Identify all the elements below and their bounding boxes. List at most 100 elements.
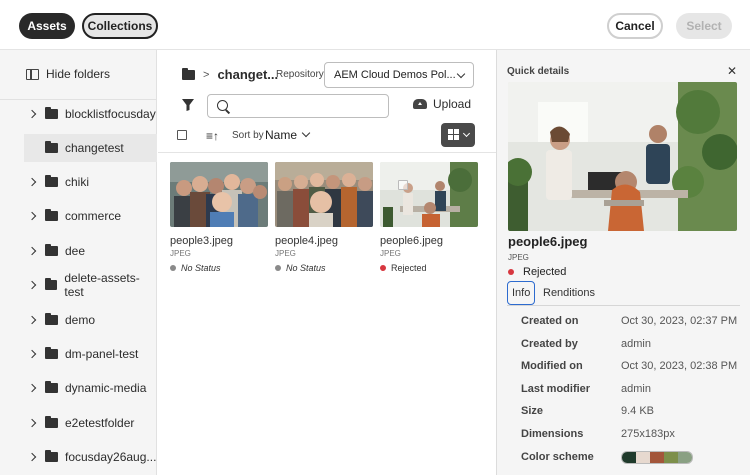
folder-icon xyxy=(45,416,58,428)
upload-button[interactable]: Upload xyxy=(413,97,471,111)
folder-icon xyxy=(45,209,58,221)
folder-icon xyxy=(45,107,58,119)
status-label: Rejected xyxy=(391,263,427,273)
folder-icon xyxy=(182,67,195,80)
tree-item-chiki[interactable]: chiki xyxy=(24,168,157,196)
upload-label: Upload xyxy=(433,97,472,111)
asset-card[interactable]: people6.jpeg JPEG Rejected xyxy=(380,162,478,273)
status-badge: Rejected xyxy=(508,266,566,278)
chevron-right-icon[interactable] xyxy=(24,213,40,219)
color-swatch xyxy=(636,452,650,463)
tree-item-focusday26aug[interactable]: focusday26aug... xyxy=(24,443,157,471)
folder-icon xyxy=(45,450,58,462)
quick-details-panel: Quick details ✕ people6.jpeg JPEG Reject… xyxy=(496,50,750,475)
detail-row-modified-on: Modified on Oct 30, 2023, 02:38 PM xyxy=(521,360,738,372)
asset-card[interactable]: people4.jpeg JPEG No Status xyxy=(275,162,373,273)
search-input[interactable] xyxy=(207,94,389,118)
tree-item-dee[interactable]: dee xyxy=(24,237,157,265)
asset-card[interactable]: people3.jpeg JPEG No Status xyxy=(170,162,268,273)
asset-thumbnail[interactable] xyxy=(275,162,373,227)
detail-row-color-scheme: Color scheme xyxy=(521,451,741,464)
folder-icon xyxy=(45,347,58,359)
cancel-button[interactable]: Cancel xyxy=(607,13,663,39)
tree-item-label: demo xyxy=(65,313,96,327)
status-badge: No Status xyxy=(170,263,268,273)
details-tabs: Info Renditions xyxy=(507,281,740,306)
tree-item-dynamic-media[interactable]: dynamic-media xyxy=(24,374,157,402)
color-swatches xyxy=(621,451,693,464)
grid-icon xyxy=(448,129,453,134)
chevron-right-icon[interactable] xyxy=(24,351,40,357)
status-label: Rejected xyxy=(523,266,567,278)
status-label: No Status xyxy=(181,263,221,273)
hide-folders-label: Hide folders xyxy=(46,67,111,81)
panel-icon xyxy=(26,68,39,80)
status-label: No Status xyxy=(286,263,326,273)
chevron-right-icon[interactable] xyxy=(24,111,40,117)
asset-thumbnail[interactable] xyxy=(380,162,478,227)
sort-by-label: Sort by xyxy=(232,130,264,141)
asset-type: JPEG xyxy=(380,249,401,258)
asset-name: people4.jpeg xyxy=(275,235,339,247)
chevron-down-icon xyxy=(462,129,471,138)
repository-label: Repository xyxy=(276,69,324,80)
chevron-right-icon[interactable] xyxy=(24,248,40,254)
tree-item-label: blocklistfocusday xyxy=(65,107,156,121)
chevron-right-icon[interactable] xyxy=(24,179,40,185)
chevron-down-icon[interactable] xyxy=(301,128,311,138)
color-swatch xyxy=(664,452,678,463)
chevron-right-icon: > xyxy=(203,68,210,81)
asset-checkbox[interactable] xyxy=(398,180,408,190)
collections-tab[interactable]: Collections xyxy=(82,13,158,39)
status-badge: Rejected xyxy=(380,263,478,273)
hide-folders-button[interactable]: Hide folders xyxy=(26,67,110,81)
tree-item-blocklistfocusday[interactable]: blocklistfocusday xyxy=(24,100,157,128)
asset-type: JPEG xyxy=(275,249,296,258)
folder-icon xyxy=(45,381,58,393)
assets-tab[interactable]: Assets xyxy=(19,13,75,39)
tree-item-dm-panel-test[interactable]: dm-panel-test xyxy=(24,340,157,368)
chevron-right-icon[interactable] xyxy=(24,420,40,426)
folder-icon xyxy=(44,278,58,290)
tab-renditions[interactable]: Renditions xyxy=(543,281,595,305)
asset-preview xyxy=(508,82,737,231)
status-badge: No Status xyxy=(275,263,373,273)
asset-type: JPEG xyxy=(508,253,529,262)
color-swatch xyxy=(650,452,664,463)
tree-item-e2etestfolder[interactable]: e2etestfolder xyxy=(24,409,157,437)
tree-item-label: changetest xyxy=(65,141,124,155)
filter-icon[interactable] xyxy=(182,99,194,111)
top-bar: Assets Collections Cancel Select xyxy=(0,0,750,50)
select-button[interactable]: Select xyxy=(676,13,732,39)
status-dot-icon xyxy=(508,269,514,275)
close-icon[interactable]: ✕ xyxy=(727,64,737,78)
tree-item-changetest[interactable]: changetest xyxy=(24,134,157,162)
select-all-checkbox[interactable] xyxy=(177,130,187,140)
color-swatch xyxy=(622,452,636,463)
chevron-right-icon[interactable] xyxy=(24,317,40,323)
chevron-right-icon[interactable] xyxy=(24,282,40,288)
chevron-right-icon[interactable] xyxy=(24,454,40,460)
tree-item-delete-assets-test[interactable]: delete-assets-test xyxy=(24,271,157,299)
tab-info[interactable]: Info xyxy=(507,281,536,305)
folder-icon xyxy=(45,175,58,187)
status-dot-icon xyxy=(380,265,386,271)
tree-item-commerce[interactable]: commerce xyxy=(24,202,157,230)
tree-item-label: commerce xyxy=(65,209,122,223)
repository-select[interactable]: AEM Cloud Demos Pol... xyxy=(324,62,474,88)
search-icon xyxy=(217,100,228,111)
chevron-right-icon[interactable] xyxy=(24,385,40,391)
upload-icon xyxy=(413,99,427,109)
detail-row-created-by: Created by admin xyxy=(521,338,651,350)
tree-item-label: focusday26aug... xyxy=(65,450,157,464)
tree-item-demo[interactable]: demo xyxy=(24,306,157,334)
sort-select[interactable]: Name xyxy=(265,128,297,142)
tree-item-label: delete-assets-test xyxy=(64,271,140,299)
repository-value: AEM Cloud Demos Pol... xyxy=(334,69,456,81)
chevron-down-icon xyxy=(456,69,466,79)
view-toggle-button[interactable] xyxy=(441,123,475,147)
breadcrumb-current[interactable]: changet... xyxy=(217,67,278,82)
detail-row-last-modifier: Last modifier admin xyxy=(521,383,651,395)
sort-ascending-icon[interactable]: ≡↑ xyxy=(206,129,219,143)
asset-thumbnail[interactable] xyxy=(170,162,268,227)
